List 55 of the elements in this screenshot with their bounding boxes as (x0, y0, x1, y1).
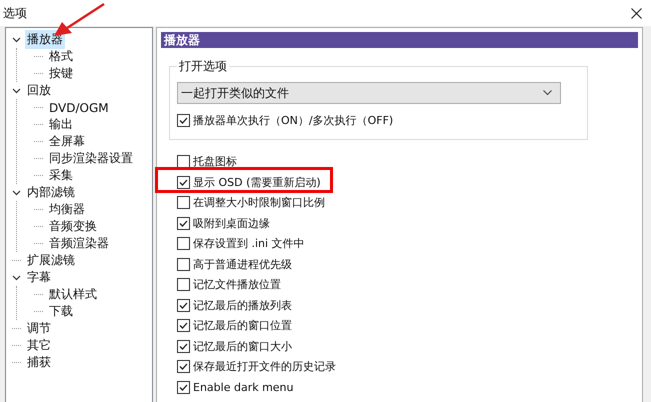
option-label: Enable dark menu (193, 380, 294, 394)
tree-item[interactable]: 回放 (25, 81, 53, 100)
checkbox[interactable] (177, 360, 190, 374)
option-label: 吸附到桌面边缘 (193, 216, 270, 231)
option-label: 保存设置到 .ini 文件中 (193, 236, 305, 252)
checkbox[interactable] (177, 237, 190, 250)
option-label: 在调整大小时限制窗口比例 (193, 195, 325, 210)
chevron-down-icon (543, 90, 552, 96)
option-label: 保存最近打开文件的历史记录 (193, 359, 336, 374)
window-title: 选项 (3, 4, 27, 22)
group-title: 打开选项 (178, 58, 228, 75)
tree-item[interactable]: 均衡器 (47, 200, 87, 219)
checkbox[interactable] (177, 340, 190, 353)
tree-item[interactable]: 下载 (47, 302, 75, 321)
tree-item[interactable]: 捕获 (25, 353, 53, 372)
tree-item[interactable]: 按键 (47, 64, 75, 83)
tree-item[interactable]: 默认样式 (47, 285, 99, 304)
option-label: 显示 OSD (需要重新启动) (193, 174, 321, 190)
checkbox[interactable] (177, 278, 190, 292)
close-icon[interactable] (631, 8, 642, 18)
chevron-down-icon[interactable] (12, 188, 21, 197)
tree-item[interactable]: 调节 (25, 319, 53, 338)
checkbox[interactable] (177, 258, 190, 271)
tree-item[interactable]: 同步渲染器设置 (47, 149, 135, 168)
tree-item[interactable]: 输出 (47, 115, 75, 134)
chevron-down-icon[interactable] (12, 86, 21, 95)
tree-item[interactable]: 字幕 (25, 268, 53, 287)
checkbox[interactable] (177, 216, 190, 230)
option-label: 记忆文件播放位置 (193, 277, 281, 292)
option-label: 托盘图标 (193, 154, 237, 170)
chevron-down-icon[interactable] (12, 273, 21, 282)
option-label: 记忆最后的播放列表 (193, 298, 292, 313)
tree-item[interactable]: 扩展滤镜 (25, 251, 77, 270)
option-label: 播放器单次执行（ON）/多次执行（OFF) (193, 112, 394, 128)
option-label: 高于普通进程优先级 (193, 256, 292, 272)
checkbox[interactable] (177, 196, 190, 210)
tree-item[interactable]: 内部滤镜 (25, 183, 77, 202)
chevron-down-icon[interactable] (12, 35, 21, 44)
tree-item[interactable]: 其它 (25, 336, 53, 355)
option-label: 记忆最后的窗口位置 (193, 318, 292, 334)
panel-header: 播放器 (161, 32, 638, 48)
checkbox[interactable] (177, 380, 190, 394)
tree-item[interactable]: 音频变换 (47, 217, 99, 236)
dropdown[interactable]: 一起打开类似的文件 (177, 82, 561, 104)
checkbox[interactable] (177, 319, 190, 332)
checkbox[interactable] (177, 298, 190, 312)
tree-item[interactable]: 格式 (47, 47, 75, 66)
checkbox[interactable] (177, 114, 190, 127)
option-label: 记忆最后的窗口大小 (193, 338, 292, 354)
tree-item[interactable]: DVD/OGM (47, 100, 111, 116)
tree-item[interactable]: 采集 (47, 166, 75, 185)
checkbox[interactable] (177, 176, 190, 189)
tree-item[interactable]: 音频渲染器 (47, 234, 111, 253)
tree-item[interactable]: 全屏幕 (47, 132, 87, 151)
checkbox[interactable] (177, 155, 190, 168)
